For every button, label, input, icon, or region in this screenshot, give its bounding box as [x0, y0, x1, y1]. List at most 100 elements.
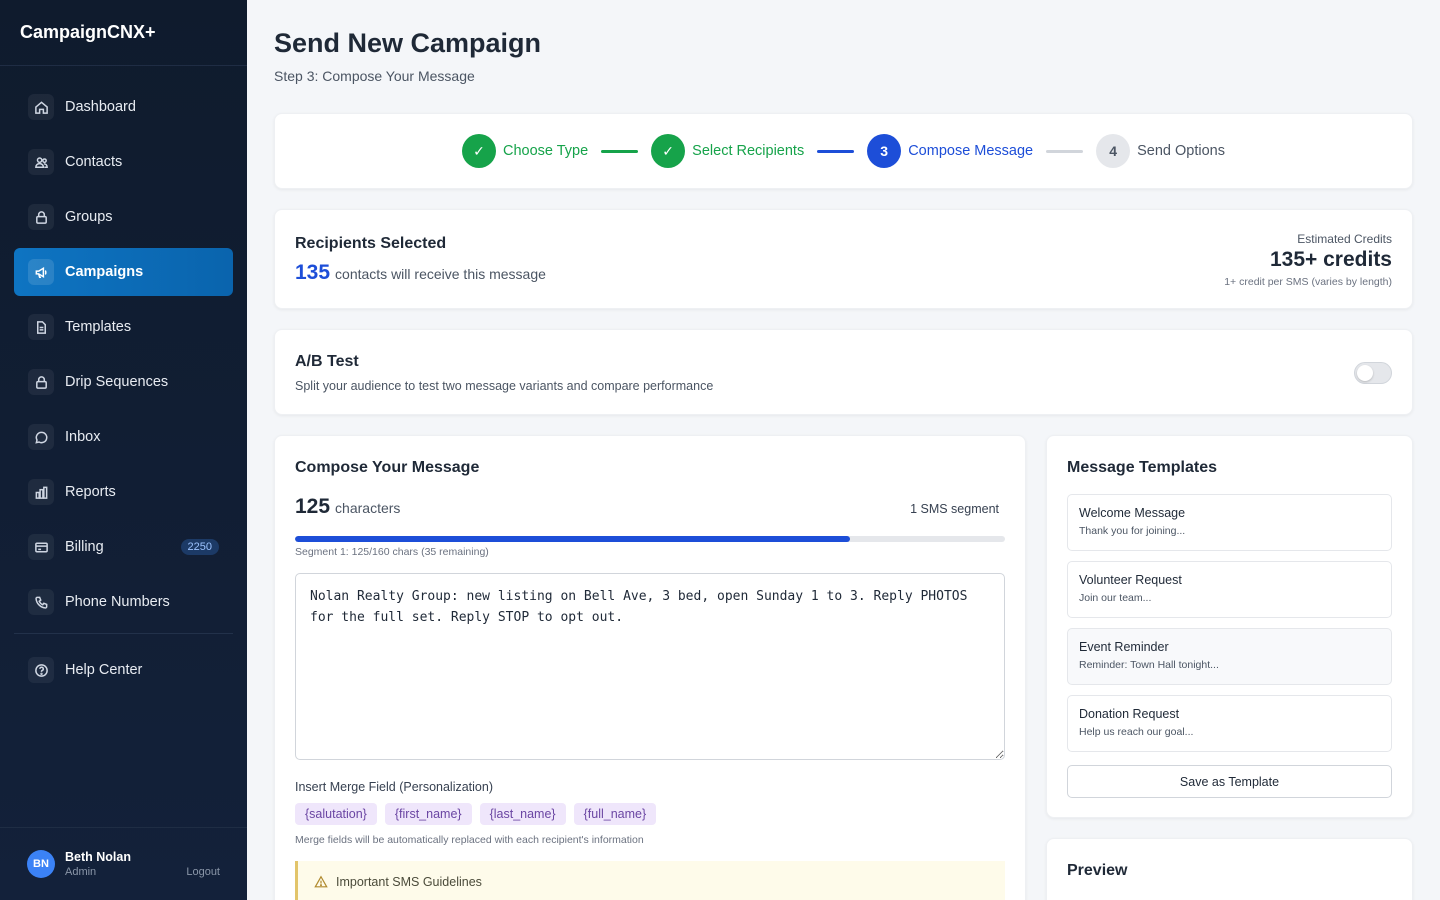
- chat-icon: [28, 424, 54, 450]
- template-item-welcome[interactable]: Welcome Message Thank you for joining...: [1067, 494, 1392, 551]
- sidebar-item-label: Contacts: [65, 154, 123, 170]
- step-number: 3: [867, 134, 902, 168]
- recipients-summary: Recipients Selected 135 contacts will re…: [274, 209, 1413, 309]
- nav-divider: [14, 633, 233, 634]
- sidebar-item-label: Inbox: [65, 429, 101, 445]
- home-icon: [28, 94, 54, 120]
- step-choose-type[interactable]: ✓ Choose Type: [461, 134, 589, 168]
- merge-field-label: Insert Merge Field (Personalization): [295, 780, 493, 794]
- step-compose-message[interactable]: 3 Compose Message: [867, 134, 1033, 168]
- step-label: Choose Type: [502, 143, 589, 159]
- template-item-volunteer[interactable]: Volunteer Request Join our team...: [1067, 561, 1392, 618]
- lock-icon: [28, 204, 54, 230]
- sidebar-item-label: Reports: [65, 484, 116, 500]
- template-preview: Help us reach our goal...: [1079, 726, 1194, 738]
- sidebar-item-label: Phone Numbers: [65, 594, 170, 610]
- sidebar-item-templates[interactable]: Templates: [14, 303, 233, 351]
- toggle-knob: [1357, 365, 1373, 381]
- preview-card: Preview: [1046, 838, 1413, 900]
- sidebar-item-contacts[interactable]: Contacts: [14, 138, 233, 186]
- user-role: Admin: [65, 866, 97, 878]
- users-icon: [28, 149, 54, 175]
- step-select-recipients[interactable]: ✓ Select Recipients: [651, 134, 804, 168]
- lock-icon: [28, 369, 54, 395]
- message-templates-card: Message Templates Welcome Message Thank …: [1046, 435, 1413, 818]
- page-subtitle: Step 3: Compose Your Message: [274, 68, 475, 84]
- message-textarea[interactable]: Nolan Realty Group: new listing on Bell …: [295, 573, 1005, 760]
- sidebar-item-groups[interactable]: Groups: [14, 193, 233, 241]
- step-connector: [601, 149, 639, 153]
- ab-test-toggle[interactable]: [1354, 362, 1392, 384]
- merge-field-full-name[interactable]: {full_name}: [573, 803, 657, 825]
- credits-label: Estimated Credits: [1297, 232, 1392, 246]
- ab-test-card: A/B Test Split your audience to test two…: [274, 329, 1413, 415]
- main-content: Send New Campaign Step 3: Compose Your M…: [247, 0, 1440, 900]
- sidebar-item-label: Drip Sequences: [65, 374, 169, 390]
- sms-segment-count: 1 SMS segment: [910, 502, 999, 516]
- character-count-number: 125: [295, 495, 331, 518]
- preview-title: Preview: [1067, 862, 1128, 879]
- logout-link[interactable]: Logout: [186, 866, 220, 878]
- template-preview: Reminder: Town Hall tonight...: [1079, 659, 1219, 671]
- step-check-icon: ✓: [651, 134, 686, 168]
- templates-title: Message Templates: [1067, 459, 1217, 476]
- step-number: 4: [1096, 134, 1131, 168]
- template-preview: Thank you for joining...: [1079, 525, 1186, 537]
- merge-field-salutation[interactable]: {salutation}: [295, 803, 377, 825]
- app-logo[interactable]: CampaignCNX+: [0, 0, 247, 66]
- step-label: Select Recipients: [692, 143, 805, 159]
- template-name: Volunteer Request: [1079, 573, 1182, 587]
- avatar[interactable]: BN: [27, 850, 55, 878]
- help-circle-icon: [28, 657, 54, 683]
- sidebar-item-drip-sequences[interactable]: Drip Sequences: [14, 358, 233, 406]
- recipients-count-number: 135: [295, 261, 331, 284]
- sidebar-item-help-center[interactable]: Help Center: [14, 646, 233, 694]
- user-profile: BN Beth Nolan Admin Logout: [0, 827, 247, 900]
- step-label: Send Options: [1137, 143, 1225, 159]
- template-item-event-reminder[interactable]: Event Reminder Reminder: Town Hall tonig…: [1067, 628, 1392, 685]
- sidebar-item-label: Dashboard: [65, 99, 136, 115]
- save-as-template-button[interactable]: Save as Template: [1067, 765, 1392, 798]
- credit-card-icon: [28, 534, 54, 560]
- template-name: Donation Request: [1079, 707, 1180, 721]
- sidebar-item-reports[interactable]: Reports: [14, 468, 233, 516]
- bar-chart-icon: [28, 479, 54, 505]
- sidebar-item-inbox[interactable]: Inbox: [14, 413, 233, 461]
- segment-progress-note: Segment 1: 125/160 chars (35 remaining): [295, 546, 489, 558]
- guidelines-header: Important SMS Guidelines: [314, 875, 989, 889]
- user-name: Beth Nolan: [65, 850, 131, 864]
- template-preview: Join our team...: [1079, 592, 1152, 604]
- template-item-donation[interactable]: Donation Request Help us reach our goal.…: [1067, 695, 1392, 752]
- billing-credit-badge: 2250: [180, 539, 219, 555]
- sidebar-item-label: Campaigns: [65, 264, 144, 280]
- character-count: 125 characters: [295, 495, 400, 519]
- guidelines-title: Important SMS Guidelines: [336, 875, 482, 889]
- ab-test-title: A/B Test: [295, 353, 359, 370]
- ab-test-description: Split your audience to test two message …: [295, 379, 714, 393]
- recipients-count: 135 contacts will receive this message: [295, 261, 546, 285]
- sidebar: CampaignCNX+ Dashboard Contacts Groups C…: [0, 0, 247, 900]
- sidebar-item-label: Groups: [65, 209, 113, 225]
- merge-field-list: {salutation} {first_name} {last_name} {f…: [295, 803, 664, 825]
- sidebar-item-dashboard[interactable]: Dashboard: [14, 83, 233, 131]
- step-label: Compose Message: [908, 143, 1034, 159]
- sidebar-item-label: Help Center: [65, 662, 143, 678]
- segment-progress-bar: [295, 536, 1005, 542]
- step-check-icon: ✓: [461, 134, 496, 168]
- sidebar-item-phone-numbers[interactable]: Phone Numbers: [14, 578, 233, 626]
- sidebar-nav: Dashboard Contacts Groups Campaigns Temp…: [0, 66, 247, 694]
- credits-note: 1+ credit per SMS (varies by length): [1224, 276, 1392, 288]
- compose-title: Compose Your Message: [295, 459, 480, 476]
- merge-field-last-name[interactable]: {last_name}: [479, 803, 566, 825]
- recipients-title: Recipients Selected: [295, 235, 447, 252]
- sidebar-item-campaigns[interactable]: Campaigns: [14, 248, 233, 296]
- merge-field-first-name[interactable]: {first_name}: [384, 803, 472, 825]
- merge-field-note: Merge fields will be automatically repla…: [295, 834, 644, 846]
- step-send-options[interactable]: 4 Send Options: [1096, 134, 1225, 168]
- warning-icon: [314, 875, 328, 888]
- recipients-count-text: contacts will receive this message: [335, 266, 546, 282]
- sidebar-item-label: Billing: [65, 539, 104, 555]
- user-info: Beth Nolan Admin: [65, 850, 131, 878]
- page-title: Send New Campaign: [274, 28, 542, 58]
- sidebar-item-billing[interactable]: Billing 2250: [14, 523, 233, 571]
